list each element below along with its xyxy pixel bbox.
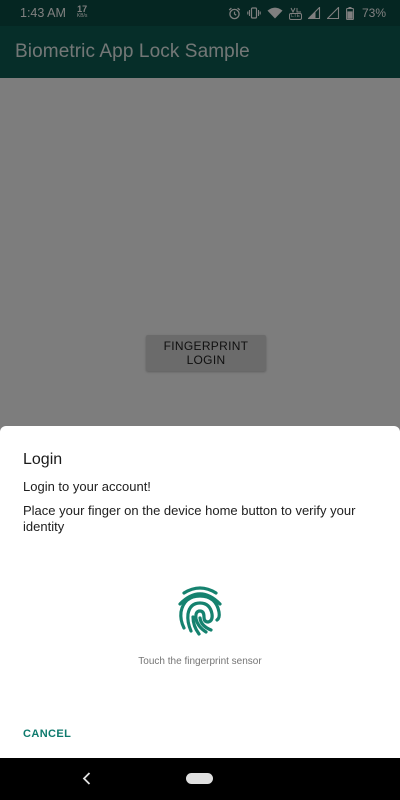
back-icon[interactable] xyxy=(82,772,92,785)
home-pill-icon[interactable] xyxy=(186,773,213,784)
dialog-title: Login xyxy=(23,451,63,468)
fingerprint-hint: Touch the fingerprint sensor xyxy=(138,656,262,667)
biometric-dialog: Login Login to your account! Place your … xyxy=(0,426,400,758)
cancel-button[interactable]: CANCEL xyxy=(23,728,71,740)
dialog-description: Place your finger on the device home but… xyxy=(23,503,356,534)
fingerprint-icon xyxy=(178,586,222,636)
navigation-bar xyxy=(0,758,400,800)
dialog-subtitle: Login to your account! xyxy=(23,479,151,494)
